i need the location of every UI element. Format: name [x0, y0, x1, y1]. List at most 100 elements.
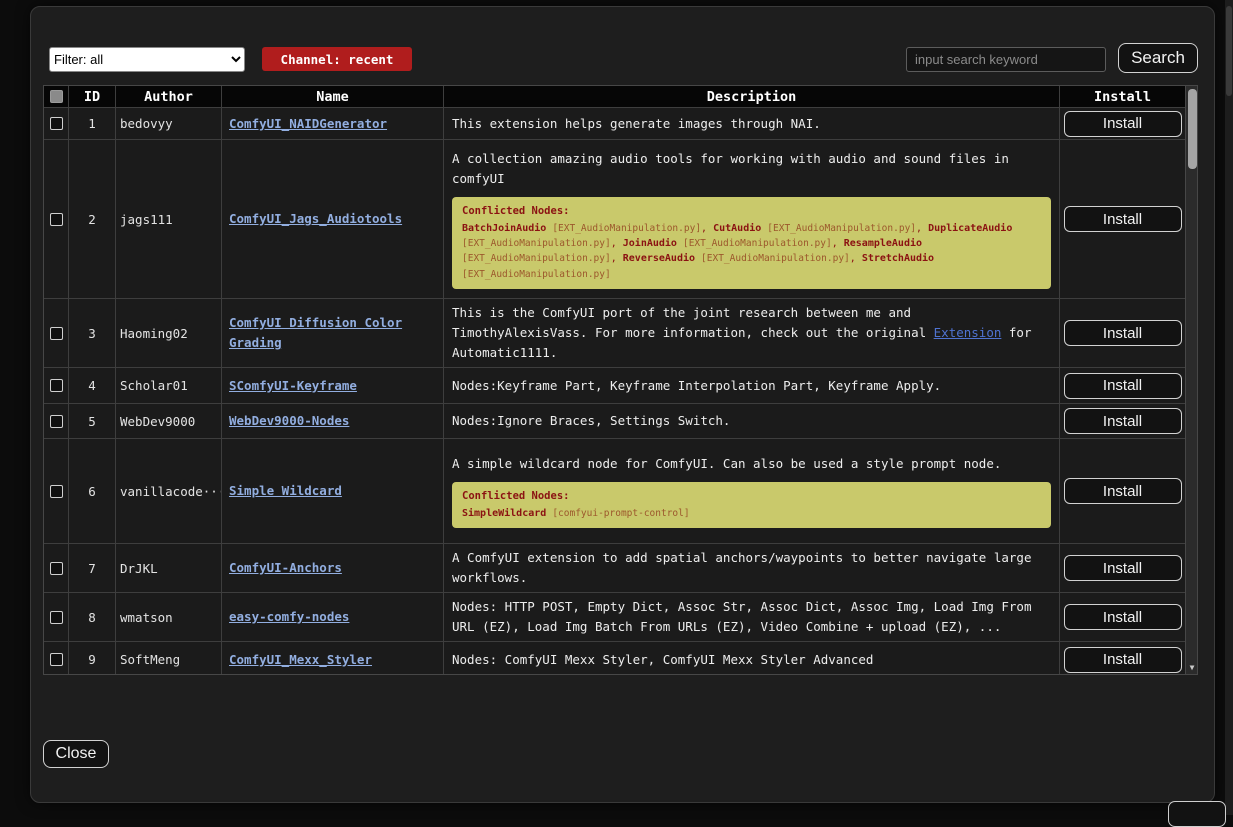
install-custom-nodes-dialog: Filter: all Channel: recent Search ID Au… [30, 6, 1215, 803]
table-row: 8wmatson easy-comfy-nodes Nodes: HTTP POST… [44, 593, 1185, 642]
install-button[interactable]: Install [1064, 373, 1182, 399]
row-author: bedovyy [116, 108, 222, 140]
row-id: 9 [69, 642, 116, 675]
extension-name-link[interactable]: WebDev9000-Nodes [229, 411, 436, 431]
install-button[interactable]: Install [1064, 320, 1182, 346]
extension-name-link[interactable]: easy-comfy-nodes [229, 607, 436, 627]
row-name-cell: ComfyUI_NAIDGenerator [222, 108, 444, 140]
conflict-warning: Conflicted Nodes:SimpleWildcard [comfyui… [452, 482, 1051, 528]
table-grid: ID Author Name Description Install 1bedo… [44, 86, 1185, 674]
table-scrollbar-thumb[interactable] [1188, 89, 1197, 169]
row-install-cell: Install [1060, 593, 1185, 642]
header-name: Name [222, 86, 444, 108]
row-install-cell: Install [1060, 140, 1185, 299]
row-id: 8 [69, 593, 116, 642]
row-name-cell: ComfyUI Diffusion Color Grading [222, 299, 444, 368]
row-name-cell: ComfyUI_Jags_Audiotools [222, 140, 444, 299]
row-description: Nodes: HTTP POST, Empty Dict, Assoc Str,… [444, 593, 1060, 642]
row-install-cell: Install [1060, 642, 1185, 675]
row-checkbox[interactable] [50, 415, 63, 428]
description-link[interactable]: Extension [934, 325, 1002, 340]
row-install-cell: Install [1060, 544, 1185, 593]
scroll-down-arrow[interactable]: ▼ [1186, 663, 1198, 673]
row-checkbox[interactable] [50, 213, 63, 226]
row-checkbox[interactable] [50, 379, 63, 392]
row-name-cell: Simple Wildcard [222, 439, 444, 544]
row-checkbox[interactable] [50, 611, 63, 624]
row-install-cell: Install [1060, 299, 1185, 368]
header-install: Install [1060, 86, 1185, 108]
extension-name-link[interactable]: SComfyUI-Keyframe [229, 376, 436, 396]
row-description: This extension helps generate images thr… [444, 108, 1060, 140]
install-button[interactable]: Install [1064, 555, 1182, 581]
row-install-cell: Install [1060, 368, 1185, 404]
row-checkbox-cell [44, 299, 69, 368]
install-button[interactable]: Install [1064, 647, 1182, 673]
row-checkbox[interactable] [50, 562, 63, 575]
row-author: Haoming02 [116, 299, 222, 368]
install-button[interactable]: Install [1064, 408, 1182, 434]
row-install-cell: Install [1060, 404, 1185, 439]
close-button[interactable]: Close [43, 740, 109, 768]
row-checkbox[interactable] [50, 327, 63, 340]
extension-name-link[interactable]: ComfyUI-Anchors [229, 558, 436, 578]
row-author: wmatson [116, 593, 222, 642]
row-name-cell: WebDev9000-Nodes [222, 404, 444, 439]
install-button[interactable]: Install [1064, 604, 1182, 630]
row-checkbox-cell [44, 108, 69, 140]
extension-name-link[interactable]: ComfyUI_NAIDGenerator [229, 114, 436, 134]
row-checkbox[interactable] [50, 653, 63, 666]
row-checkbox[interactable] [50, 485, 63, 498]
row-id: 1 [69, 108, 116, 140]
filter-select[interactable]: Filter: all [49, 47, 245, 72]
table-row: 5WebDev9000WebDev9000-NodesNodes:Ignore … [44, 404, 1185, 439]
header-checkbox-cell [44, 86, 69, 108]
extension-name-link[interactable]: ComfyUI_Jags_Audiotools [229, 209, 436, 229]
page-scrollbar-thumb[interactable] [1226, 6, 1232, 96]
table-row: 7DrJKL ComfyUI-Anchors A ComfyUI extension… [44, 544, 1185, 593]
install-button[interactable]: Install [1064, 478, 1182, 504]
row-checkbox-cell [44, 544, 69, 593]
row-description: A ComfyUI extension to add spatial ancho… [444, 544, 1060, 593]
row-description: A collection amazing audio tools for wor… [444, 140, 1060, 299]
row-checkbox-cell [44, 593, 69, 642]
table-scrollbar[interactable]: ▼ [1185, 86, 1197, 674]
row-id: 7 [69, 544, 116, 593]
install-button[interactable]: Install [1064, 111, 1182, 137]
page-scrollbar[interactable] [1225, 0, 1233, 815]
row-author: DrJKL [116, 544, 222, 593]
row-id: 3 [69, 299, 116, 368]
extension-name-link[interactable]: ComfyUI Diffusion Color Grading [229, 313, 436, 353]
row-description: Nodes:Keyframe Part, Keyframe Interpolat… [444, 368, 1060, 404]
table-row: 4Scholar01SComfyUI-KeyframeNodes:Keyfram… [44, 368, 1185, 404]
install-button[interactable]: Install [1064, 206, 1182, 232]
row-name-cell: ComfyUI_Mexx_Styler [222, 642, 444, 675]
row-checkbox-cell [44, 439, 69, 544]
row-author: WebDev9000 [116, 404, 222, 439]
table-row: 1bedovyy ComfyUI_NAIDGenerator This extens… [44, 108, 1185, 140]
row-install-cell: Install [1060, 439, 1185, 544]
extension-name-link[interactable]: Simple Wildcard [229, 481, 436, 501]
conflict-warning: Conflicted Nodes:BatchJoinAudio [EXT_Aud… [452, 197, 1051, 289]
row-description: This is the ComfyUI port of the joint re… [444, 299, 1060, 368]
search-input[interactable] [906, 47, 1106, 72]
row-checkbox-cell [44, 404, 69, 439]
partial-hidden-button [1168, 801, 1226, 827]
nodes-table: ID Author Name Description Install 1bedo… [43, 85, 1198, 675]
select-all-checkbox[interactable] [50, 90, 63, 103]
extension-name-link[interactable]: ComfyUI_Mexx_Styler [229, 650, 436, 670]
row-checkbox-cell [44, 368, 69, 404]
row-description: Nodes: ComfyUI Mexx Styler, ComfyUI Mexx… [444, 642, 1060, 675]
row-id: 6 [69, 439, 116, 544]
row-description: A simple wildcard node for ComfyUI. Can … [444, 439, 1060, 544]
table-row: 6vanillacode···Simple WildcardA simple w… [44, 439, 1185, 544]
search-button[interactable]: Search [1118, 43, 1198, 73]
header-id: ID [69, 86, 116, 108]
conflict-title: Conflicted Nodes: [462, 489, 1041, 504]
row-author: Scholar01 [116, 368, 222, 404]
header-description: Description [444, 86, 1060, 108]
row-checkbox[interactable] [50, 117, 63, 130]
row-checkbox-cell [44, 642, 69, 675]
row-name-cell: SComfyUI-Keyframe [222, 368, 444, 404]
table-row: 2jags111ComfyUI_Jags_AudiotoolsA collect… [44, 140, 1185, 299]
